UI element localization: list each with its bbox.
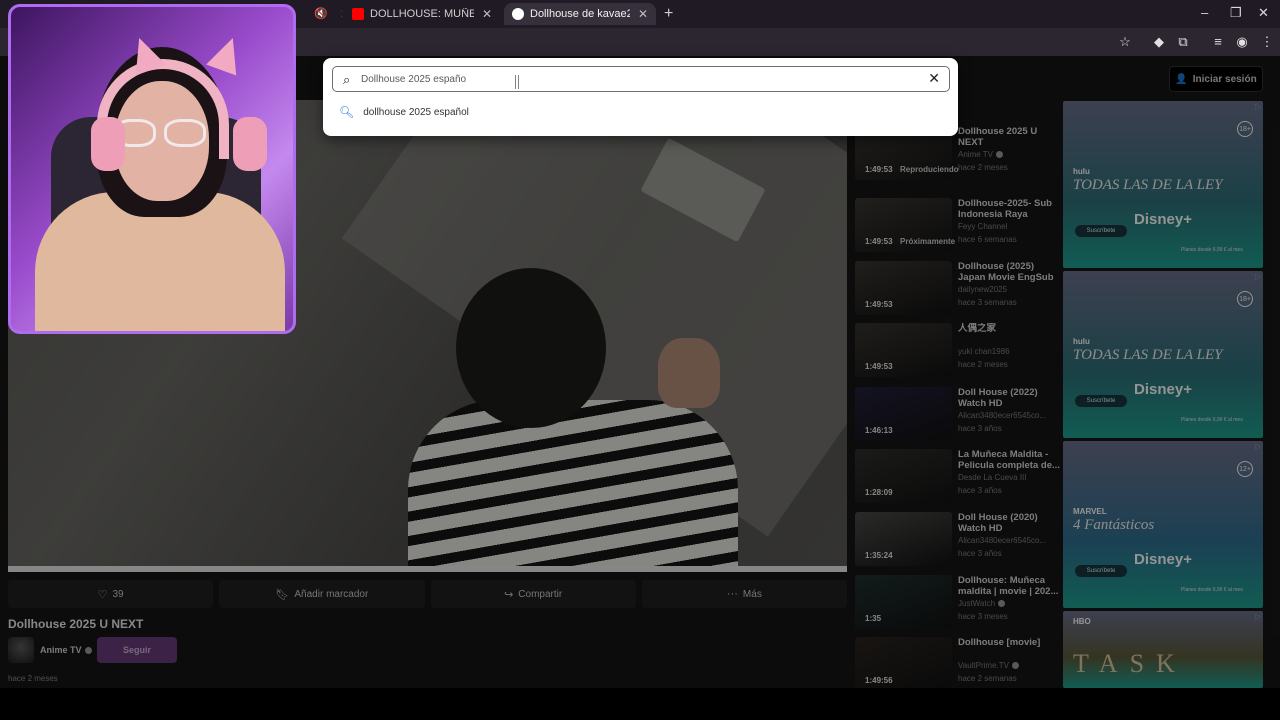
close-window-button[interactable]: ✕ [1258,5,1269,21]
new-tab-button[interactable]: + [664,5,673,23]
text-cursor [515,75,519,89]
close-tab-icon[interactable]: ✕ [474,7,492,21]
menu-kebab-icon[interactable]: ⋮ [1259,34,1275,50]
profile-icon[interactable]: ◉ [1234,34,1250,50]
search-box: ⌕ ✕ [332,66,950,92]
youtube-icon [352,8,364,20]
tab-muted[interactable]: 🔇 ✕ [306,3,342,25]
media-control-icon[interactable]: ≡ [1210,34,1226,50]
tab-label: DOLLHOUSE: MUÑECA MALDITA [370,8,474,20]
minimize-button[interactable]: – [1201,5,1208,20]
mute-icon: 🔇 [314,8,328,20]
webcam-headset-cup [91,117,125,171]
tab-label: Dollhouse de kavae28 - Dailymotion [530,8,630,20]
suggestion-text: dollhouse 2025 español [363,106,469,118]
search-input[interactable] [361,70,921,89]
dailymotion-icon [512,8,524,20]
search-icon: ⌕ [343,72,351,87]
bookmark-star-icon[interactable]: ☆ [1117,34,1133,50]
tab-youtube[interactable]: DOLLHOUSE: MUÑECA MALDITA ✕ [344,3,500,25]
tab-dailymotion[interactable]: Dollhouse de kavae28 - Dailymotion ✕ [504,3,656,25]
extensions-puzzle-icon[interactable]: ⧉ [1175,34,1191,50]
bottom-letterbox [0,688,1280,720]
close-tab-icon[interactable]: ✕ [332,7,342,21]
webcam-overlay [8,4,296,334]
search-suggestion-icon: 🔍︎ [339,105,355,119]
search-suggestion[interactable]: 🔍︎ dollhouse 2025 español [339,105,469,119]
close-tab-icon[interactable]: ✕ [630,7,648,21]
webcam-headset-cup [233,117,267,171]
clear-search-icon[interactable]: ✕ [928,70,940,87]
search-panel: ⌕ ✕ 🔍︎ dollhouse 2025 español [323,58,958,136]
maximize-button[interactable]: ❐ [1230,5,1242,21]
extension-diamond-icon[interactable]: ◆ [1151,34,1167,50]
webcam-cat-ear [206,32,248,76]
